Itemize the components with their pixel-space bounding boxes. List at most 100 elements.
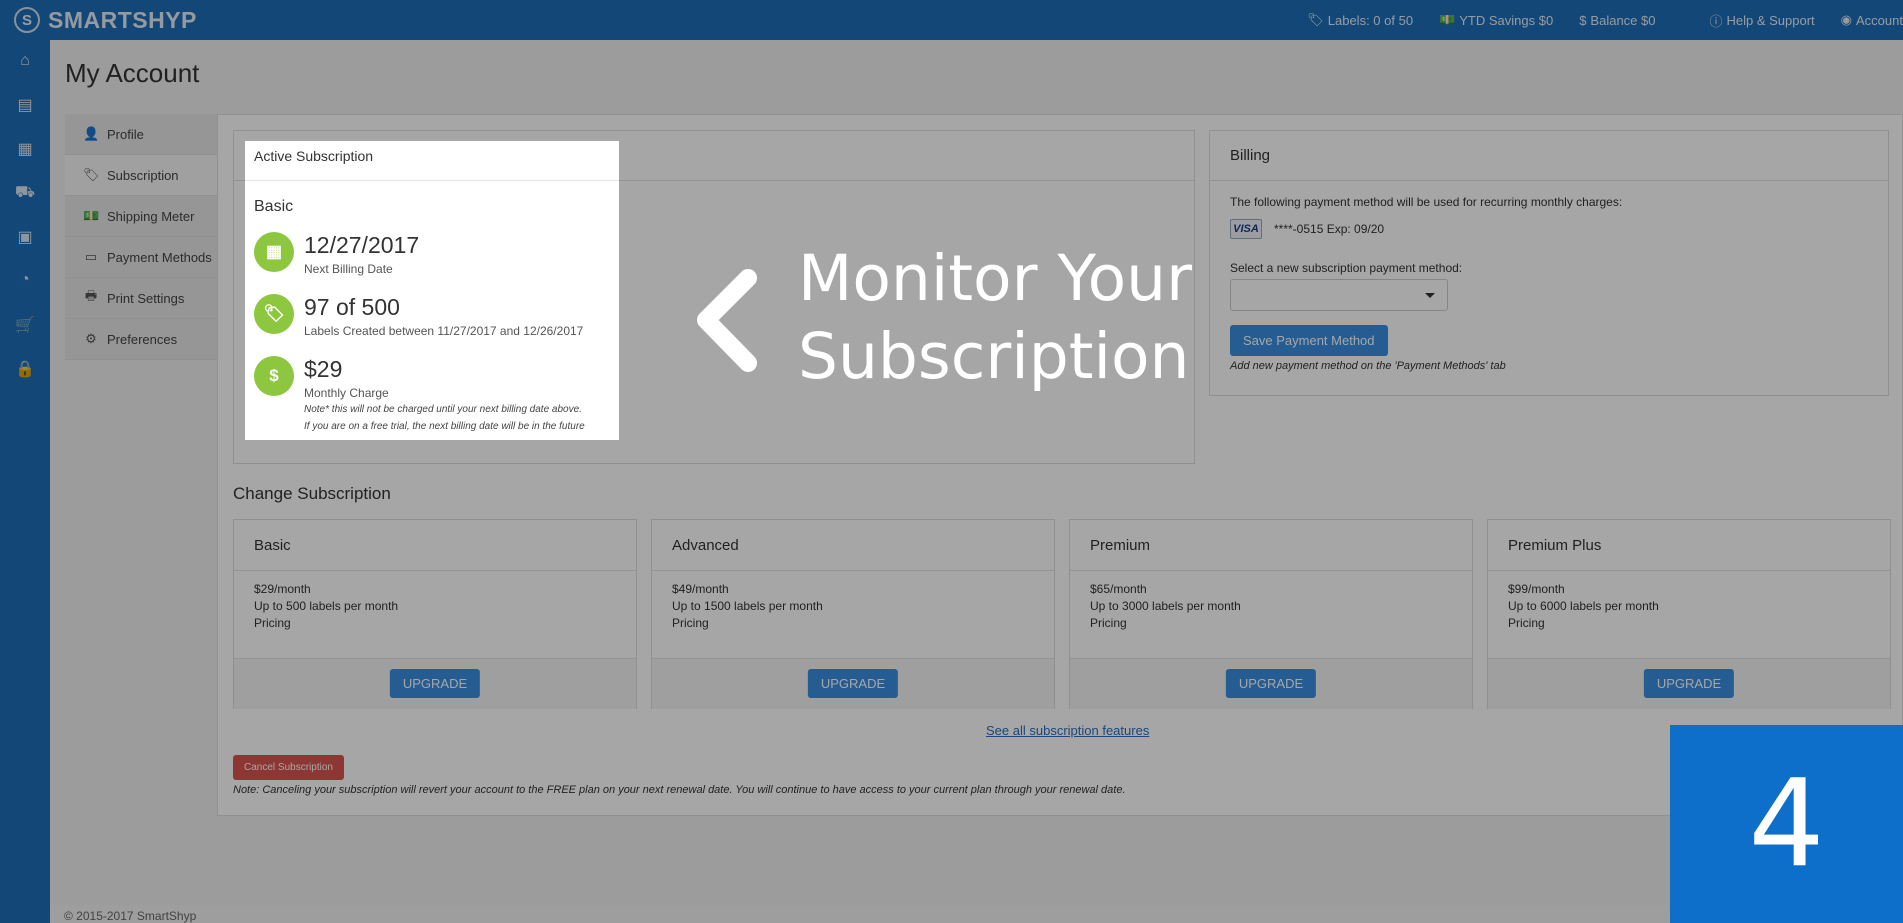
plan-name: Premium Plus bbox=[1488, 520, 1890, 571]
payment-method-select[interactable] bbox=[1230, 279, 1448, 311]
top-navbar: S SMARTSHYP 🏷 Labels: 0 of 50 💵 YTD Saving… bbox=[0, 0, 1903, 40]
pie-chart-icon[interactable]: ◔ bbox=[0, 271, 50, 289]
monthly-charge-label: Monthly Charge bbox=[304, 386, 389, 400]
user-circle-icon: ◉ bbox=[1840, 12, 1853, 27]
visa-card-icon: VISA bbox=[1230, 219, 1262, 239]
top-nav-items: 🏷 Labels: 0 of 50 💵 YTD Savings $0 $ Balanc… bbox=[1281, 0, 1903, 40]
settings-nav-label: Shipping Meter bbox=[107, 208, 195, 224]
upgrade-button[interactable]: UPGRADE bbox=[389, 669, 481, 698]
plan-body: $65/month Up to 3000 labels per month Pr… bbox=[1070, 571, 1472, 659]
settings-nav-label: Payment Methods bbox=[107, 249, 212, 265]
chevron-left-icon bbox=[697, 269, 757, 372]
money-icon: 💵 bbox=[83, 208, 100, 223]
plan-card-premium: Premium $65/month Up to 3000 labels per … bbox=[1069, 519, 1473, 709]
active-subscription-title: Active Subscription bbox=[245, 141, 619, 181]
plan-card-premium-plus: Premium Plus $99/month Up to 6000 labels… bbox=[1487, 519, 1891, 709]
settings-nav-label: Preferences bbox=[107, 331, 178, 347]
monthly-charge: $29 bbox=[304, 356, 343, 382]
help-support-link[interactable]: ⓘ Help & Support bbox=[1709, 11, 1814, 30]
plan-limit: Up to 3000 labels per month bbox=[1090, 599, 1241, 613]
upgrade-button[interactable]: UPGRADE bbox=[1643, 669, 1735, 698]
icon-sidebar: ⌂ ▤ ▦ ⛟ ▣ ◔ 🛒 🔒 bbox=[0, 40, 50, 923]
dollar-icon: $ bbox=[1579, 12, 1587, 28]
basket-icon[interactable]: ▤ bbox=[0, 95, 50, 115]
save-payment-method-button[interactable]: Save Payment Method bbox=[1230, 325, 1388, 356]
plan-name: Advanced bbox=[652, 520, 1054, 571]
calendar-icon[interactable]: ▦ bbox=[0, 139, 50, 159]
callout-line-1: Monitor Your bbox=[798, 242, 1192, 315]
labels-counter[interactable]: 🏷 Labels: 0 of 50 bbox=[1307, 12, 1413, 28]
gears-icon: ⚙ bbox=[85, 331, 97, 346]
labels-used: 97 of 500 bbox=[304, 294, 400, 320]
plan-price: $49/month bbox=[672, 582, 729, 596]
settings-nav-subscription[interactable]: 🏷 Subscription bbox=[65, 155, 217, 196]
plan-limit: Up to 1500 labels per month bbox=[672, 599, 823, 613]
settings-nav-preferences[interactable]: ⚙ Preferences bbox=[65, 319, 217, 360]
dollar-icon: $ bbox=[254, 356, 294, 396]
balance-text: Balance $0 bbox=[1590, 12, 1656, 28]
brand-name: SMARTSHYP bbox=[48, 6, 197, 33]
plan-price: $99/month bbox=[1508, 582, 1565, 596]
settings-nav-label: Print Settings bbox=[107, 290, 185, 306]
billing-card: Billing The following payment method wil… bbox=[1209, 130, 1889, 396]
labels-counter-text: Labels: 0 of 50 bbox=[1327, 12, 1414, 28]
callout-text: Monitor Your Subscription bbox=[798, 240, 1192, 396]
lock-icon[interactable]: 🔒 bbox=[0, 359, 50, 379]
ytd-savings[interactable]: 💵 YTD Savings $0 bbox=[1439, 12, 1553, 28]
active-subscription-card: Active Subscription Basic ▦ 12/27/2017 N… bbox=[245, 141, 619, 440]
select-label: Select a new subscription payment method… bbox=[1230, 261, 1463, 275]
trial-note: If you are on a free trial, the next bil… bbox=[304, 421, 585, 432]
truck-icon[interactable]: ⛟ bbox=[0, 183, 50, 203]
plan-limit: Up to 6000 labels per month bbox=[1508, 599, 1659, 613]
cancel-note: Note: Canceling your subscription will r… bbox=[233, 784, 1126, 796]
plan-price: $65/month bbox=[1090, 582, 1147, 596]
address-book-icon[interactable]: ▣ bbox=[0, 227, 50, 247]
help-support-text: Help & Support bbox=[1726, 12, 1815, 28]
plan-price: $29/month bbox=[254, 582, 311, 596]
chevron-down-icon bbox=[1425, 293, 1435, 298]
plan-card-advanced: Advanced $49/month Up to 1500 labels per… bbox=[651, 519, 1055, 709]
shopping-cart-icon[interactable]: 🛒 bbox=[0, 315, 50, 335]
ytd-savings-text: YTD Savings $0 bbox=[1459, 12, 1554, 28]
settings-nav-shipping-meter[interactable]: 💵 Shipping Meter bbox=[65, 196, 217, 237]
settings-nav-profile[interactable]: 👤 Profile bbox=[65, 114, 217, 155]
plan-pricing: Pricing bbox=[1508, 616, 1545, 630]
change-subscription-title: Change Subscription bbox=[233, 484, 391, 503]
footer: © 2015-2017 SmartShyp bbox=[50, 905, 1903, 923]
labels-used-label: Labels Created between 11/27/2017 and 12… bbox=[304, 324, 584, 338]
calendar-icon: ▦ bbox=[254, 232, 294, 272]
plan-name: Premium bbox=[1070, 520, 1472, 571]
plan-footer: UPGRADE bbox=[234, 659, 636, 709]
plan-footer: UPGRADE bbox=[1070, 659, 1472, 709]
plan-limit: Up to 500 labels per month bbox=[254, 599, 399, 613]
settings-nav-label: Profile bbox=[107, 126, 144, 142]
plan-body: $49/month Up to 1500 labels per month Pr… bbox=[652, 571, 1054, 659]
upgrade-button[interactable]: UPGRADE bbox=[1225, 669, 1317, 698]
account-menu[interactable]: ◉ Account bbox=[1841, 12, 1903, 28]
plan-pricing: Pricing bbox=[254, 616, 291, 630]
account-text: Account bbox=[1856, 12, 1903, 28]
settings-nav-print-settings[interactable]: 🖶 Print Settings bbox=[65, 278, 217, 319]
tag-icon: 🏷 bbox=[83, 167, 100, 182]
tag-icon: 🏷 bbox=[254, 294, 294, 334]
cancel-subscription-button[interactable]: Cancel Subscription bbox=[233, 755, 344, 780]
billing-note: Add new payment method on the 'Payment M… bbox=[1230, 360, 1506, 372]
question-circle-icon: ⓘ bbox=[1709, 13, 1723, 29]
plan-footer: UPGRADE bbox=[1488, 659, 1890, 709]
brand[interactable]: S SMARTSHYP bbox=[14, 6, 197, 34]
balance[interactable]: $ Balance $0 bbox=[1579, 13, 1655, 28]
settings-nav-payment-methods[interactable]: ▭ Payment Methods bbox=[65, 237, 217, 278]
upgrade-button[interactable]: UPGRADE bbox=[807, 669, 899, 698]
current-plan-name: Basic bbox=[254, 198, 294, 215]
settings-nav: 👤 Profile 🏷 Subscription 💵 Shipping Meter ▭… bbox=[65, 114, 217, 360]
smartshyp-logo-icon: S bbox=[14, 7, 40, 33]
billing-intro: The following payment method will be use… bbox=[1230, 195, 1623, 209]
next-billing-label: Next Billing Date bbox=[304, 262, 393, 276]
credit-card-icon: ▭ bbox=[84, 249, 98, 264]
copyright: © 2015-2017 SmartShyp bbox=[64, 909, 197, 923]
tag-icon: 🏷 bbox=[1307, 12, 1324, 27]
plan-pricing: Pricing bbox=[672, 616, 709, 630]
current-card: VISA ****-0515 Exp: 09/20 bbox=[1230, 219, 1868, 239]
see-all-features-link[interactable]: See all subscription features bbox=[986, 723, 1149, 738]
home-icon[interactable]: ⌂ bbox=[0, 52, 50, 70]
